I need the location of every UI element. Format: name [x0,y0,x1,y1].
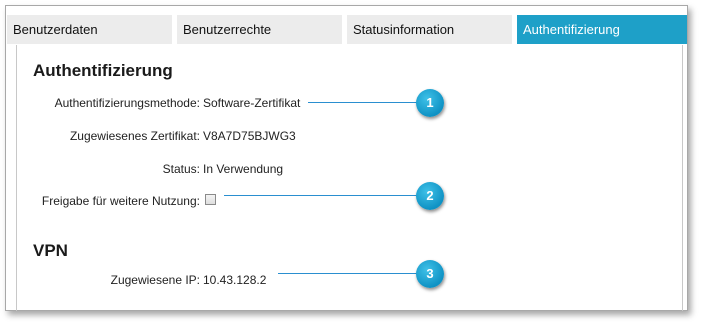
authentication-panel: Authentifizierung Authentifizierungsmeth… [16,45,683,311]
callout-marker-1: 1 [416,89,444,117]
tab-benutzerrechte[interactable]: Benutzerrechte [177,15,342,44]
vpn-section-heading: VPN [33,241,68,260]
release-label: Freigabe für weitere Nutzung: [41,194,200,208]
auth-method-label: Authentifizierungsmethode: [54,96,200,110]
callout-line-2 [224,195,418,196]
certificate-label: Zugewiesenes Zertifikat: [69,129,200,143]
callout-marker-3: 3 [416,260,444,288]
callout-marker-2: 2 [416,182,444,210]
release-checkbox[interactable] [205,194,216,205]
vpn-ip-value: 10.43.128.2 [203,273,267,287]
vpn-ip-label: Zugewiesene IP: [110,273,200,287]
callout-line-1 [308,102,418,103]
auth-method-value: Software-Zertifikat [203,96,301,110]
status-label: Status: [162,162,200,176]
tab-benutzerdaten[interactable]: Benutzerdaten [7,15,172,44]
callout-line-3 [278,273,418,274]
tab-statusinformation[interactable]: Statusinformation [347,15,512,44]
user-settings-window: Benutzerdaten Benutzerrechte Statusinfor… [5,5,688,311]
certificate-value: V8A7D75BJWG3 [203,129,296,143]
status-value: In Verwendung [203,162,284,176]
tab-bar: Benutzerdaten Benutzerrechte Statusinfor… [7,15,687,44]
auth-section-heading: Authentifizierung [33,61,173,80]
tab-authentifizierung[interactable]: Authentifizierung [517,15,687,44]
